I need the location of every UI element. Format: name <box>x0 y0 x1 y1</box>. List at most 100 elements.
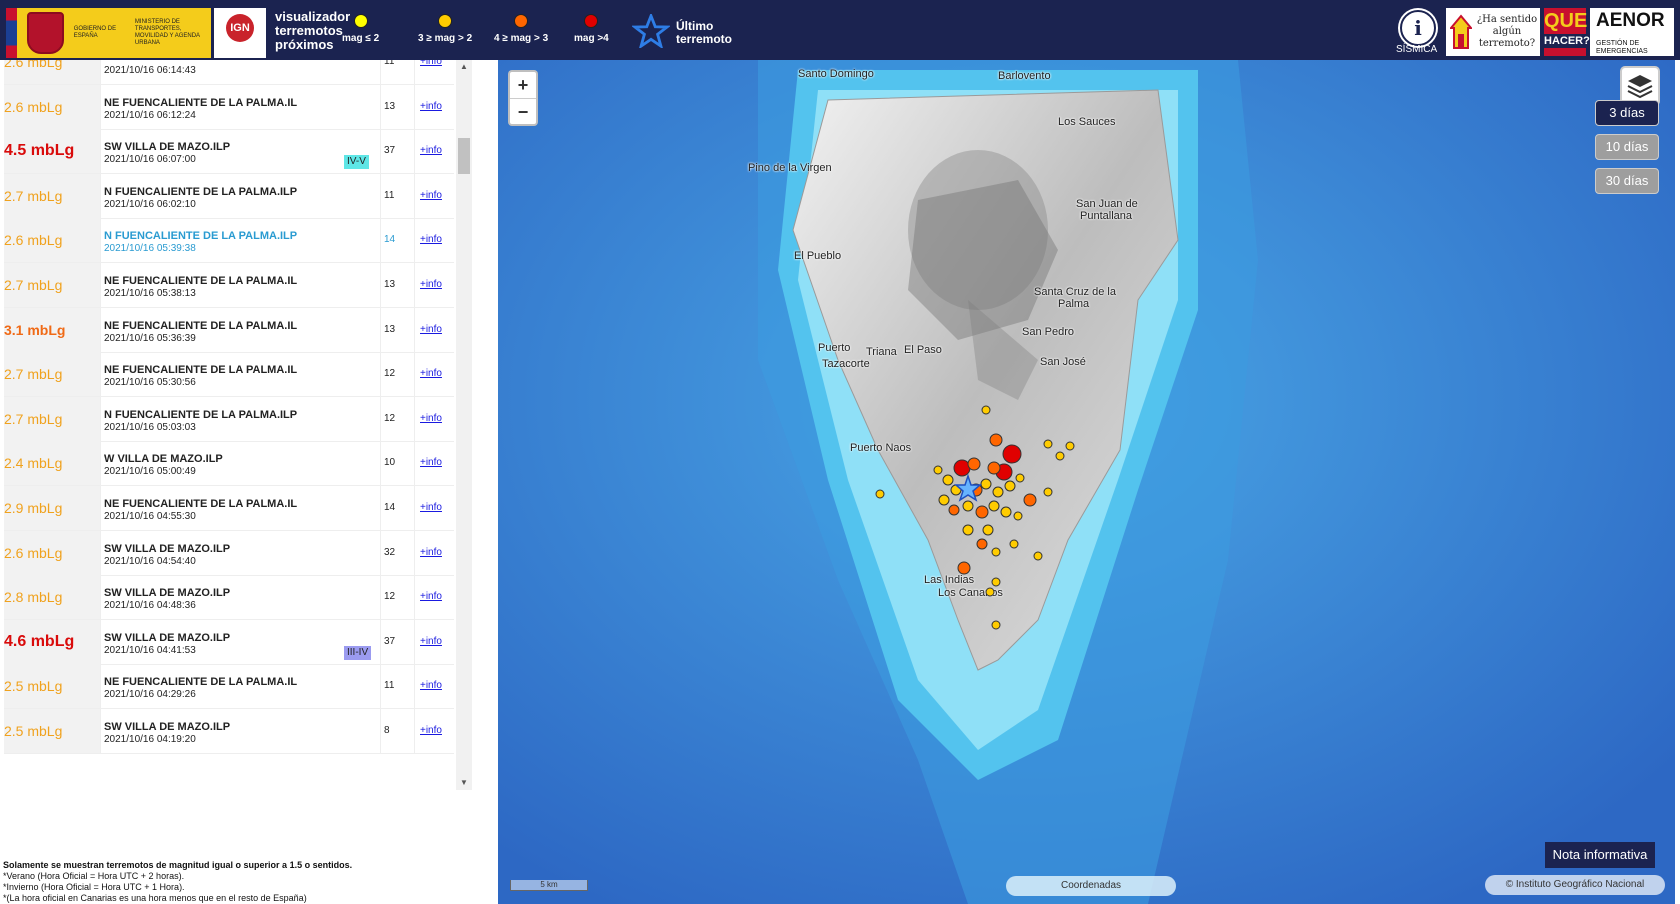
quake-marker[interactable] <box>957 561 971 575</box>
visualizador-title: visualizador terremotos próximos <box>275 9 351 52</box>
quake-marker[interactable] <box>980 478 992 490</box>
quake-row[interactable]: 4.5 mbLg SW VILLA DE MAZO.ILP 2021/10/16 0… <box>4 129 454 175</box>
coordenadas-box[interactable]: Coordenadas <box>1006 876 1176 896</box>
nota-informativa-button[interactable]: Nota informativa <box>1545 842 1655 868</box>
quake-info-link[interactable]: +info <box>420 397 460 441</box>
quake-marker[interactable] <box>991 547 1001 557</box>
quake-marker[interactable] <box>1013 511 1023 521</box>
attribution[interactable]: © Instituto Geográfico Nacional <box>1485 875 1665 895</box>
quake-marker[interactable] <box>1000 506 1012 518</box>
quake-marker[interactable] <box>981 405 991 415</box>
quake-row[interactable]: 2.7 mbLg N FUENCALIENTE DE LA PALMA.ILP 20… <box>4 396 454 442</box>
column-divider <box>414 84 415 129</box>
quake-marker[interactable] <box>1023 493 1037 507</box>
quake-marker[interactable] <box>1004 480 1016 492</box>
quake-marker[interactable] <box>987 461 1001 475</box>
list-scrollbar[interactable]: ▲ ▼ <box>456 60 472 790</box>
quake-info-link[interactable]: +info <box>420 441 460 485</box>
quake-info-link[interactable]: +info <box>420 620 460 664</box>
quake-marker[interactable] <box>962 500 974 512</box>
quake-marker[interactable] <box>967 457 981 471</box>
column-divider <box>414 129 415 174</box>
map-view[interactable]: Santo Domingo Barlovento Los Sauces Pino… <box>498 60 1675 904</box>
quake-marker[interactable] <box>991 620 1001 630</box>
quake-marker[interactable] <box>991 577 1001 587</box>
scroll-down-icon[interactable]: ▼ <box>459 778 469 788</box>
quake-marker[interactable] <box>1065 441 1075 451</box>
quake-markers[interactable] <box>498 60 1675 904</box>
ign-logo[interactable]: IGN <box>214 8 266 58</box>
zoom-control[interactable]: + − <box>508 70 538 126</box>
quake-info-link[interactable]: +info <box>420 174 460 218</box>
quake-row[interactable]: 2.6 mbLg 2021/10/16 06:14:43 11 +info <box>4 60 454 85</box>
quake-marker[interactable] <box>975 505 989 519</box>
quake-row[interactable]: 2.7 mbLg N FUENCALIENTE DE LA PALMA.ILP 20… <box>4 173 454 219</box>
column-divider <box>100 84 101 129</box>
scroll-up-icon[interactable]: ▲ <box>459 62 469 72</box>
quake-time: 2021/10/16 06:02:10 <box>104 198 196 210</box>
quake-row[interactable]: 2.8 mbLg SW VILLA DE MAZO.ILP 2021/10/16 0… <box>4 575 454 621</box>
quake-row[interactable]: 2.6 mbLg SW VILLA DE MAZO.ILP 2021/10/16 0… <box>4 530 454 576</box>
quake-info-link[interactable]: +info <box>420 486 460 530</box>
legend-mag-3-4: 4 ≥ mag > 3 <box>494 14 548 44</box>
quake-marker[interactable] <box>962 524 974 536</box>
quake-row[interactable]: 3.1 mbLg NE FUENCALIENTE DE LA PALMA.IL 20… <box>4 307 454 353</box>
quake-marker[interactable] <box>1043 487 1053 497</box>
quake-marker[interactable] <box>976 538 988 550</box>
quake-marker[interactable] <box>992 486 1004 498</box>
quake-marker[interactable] <box>1055 451 1065 461</box>
quake-row[interactable]: 2.9 mbLg NE FUENCALIENTE DE LA PALMA.IL 20… <box>4 486 454 531</box>
info-icon[interactable]: i <box>1400 10 1436 46</box>
quake-marker[interactable] <box>938 494 950 506</box>
quake-info-link[interactable]: +info <box>420 664 460 708</box>
quake-row[interactable]: 2.7 mbLg NE FUENCALIENTE DE LA PALMA.IL 20… <box>4 263 454 308</box>
quake-marker[interactable] <box>1009 539 1019 549</box>
quake-row[interactable]: 4.6 mbLg SW VILLA DE MAZO.ILP 2021/10/16 0… <box>4 619 454 665</box>
quake-marker[interactable] <box>982 524 994 536</box>
column-divider <box>100 619 101 664</box>
quake-marker[interactable] <box>988 500 1000 512</box>
quake-info-link[interactable]: +info <box>420 352 460 396</box>
quake-marker[interactable] <box>1043 439 1053 449</box>
quake-info-link[interactable]: +info <box>420 308 460 352</box>
quake-row[interactable]: 2.6 mbLg N FUENCALIENTE DE LA PALMA.ILP 20… <box>4 218 454 264</box>
quake-marker[interactable] <box>933 465 943 475</box>
earthquake-list[interactable]: 2.6 mbLg 2021/10/16 06:14:43 11 +info 2.6 mb… <box>0 60 472 790</box>
quake-info-link[interactable]: +info <box>420 531 460 575</box>
quake-time: 2021/10/16 05:39:38 <box>104 243 196 255</box>
quake-marker[interactable] <box>953 459 971 477</box>
ha-sentido-button[interactable]: ¿Ha sentido algún terremoto? <box>1446 8 1540 56</box>
quake-row[interactable]: 2.5 mbLg NE FUENCALIENTE DE LA PALMA.IL 20… <box>4 664 454 710</box>
layers-icon <box>1627 75 1653 99</box>
quake-marker[interactable] <box>1015 473 1025 483</box>
quake-info-link[interactable]: +info <box>420 60 460 84</box>
quake-marker[interactable] <box>875 489 885 499</box>
red-dot-icon <box>584 14 599 28</box>
quake-marker[interactable] <box>1033 551 1043 561</box>
quake-row[interactable]: 2.5 mbLg SW VILLA DE MAZO.ILP 2021/10/16 0… <box>4 709 454 754</box>
que-hacer-button[interactable]: QUE HACER? <box>1544 8 1590 56</box>
quake-stations: 13 <box>384 279 396 290</box>
quake-info-link[interactable]: +info <box>420 218 460 262</box>
quake-location: NE FUENCALIENTE DE LA PALMA.IL <box>104 676 298 689</box>
zoom-in-button[interactable]: + <box>510 72 536 99</box>
30-dias-button[interactable]: 30 días <box>1595 168 1659 194</box>
quake-row[interactable]: 2.7 mbLg NE FUENCALIENTE DE LA PALMA.IL 20… <box>4 352 454 398</box>
quake-info-link[interactable]: +info <box>420 129 460 173</box>
zoom-out-button[interactable]: − <box>510 99 536 125</box>
quake-row[interactable]: 2.4 mbLg W VILLA DE MAZO.ILP 2021/10/16 05… <box>4 441 454 487</box>
quake-info-link[interactable]: +info <box>420 85 460 129</box>
scroll-thumb[interactable] <box>458 138 470 174</box>
quake-marker[interactable] <box>985 587 995 597</box>
10-dias-button[interactable]: 10 días <box>1595 134 1659 160</box>
3-dias-button[interactable]: 3 días <box>1595 100 1659 126</box>
quake-marker[interactable] <box>1002 444 1022 464</box>
gobierno-logo[interactable]: GOBIERNO DE ESPAÑA MINISTERIO DE TRANSPO… <box>6 8 211 58</box>
quake-row[interactable]: 2.6 mbLg NE FUENCALIENTE DE LA PALMA.IL 20… <box>4 84 454 130</box>
quake-marker[interactable] <box>948 504 960 516</box>
quake-info-link[interactable]: +info <box>420 575 460 619</box>
quake-info-link[interactable]: +info <box>420 709 460 753</box>
quake-marker[interactable] <box>942 474 954 486</box>
quake-info-link[interactable]: +info <box>420 263 460 307</box>
quake-marker[interactable] <box>989 433 1003 447</box>
